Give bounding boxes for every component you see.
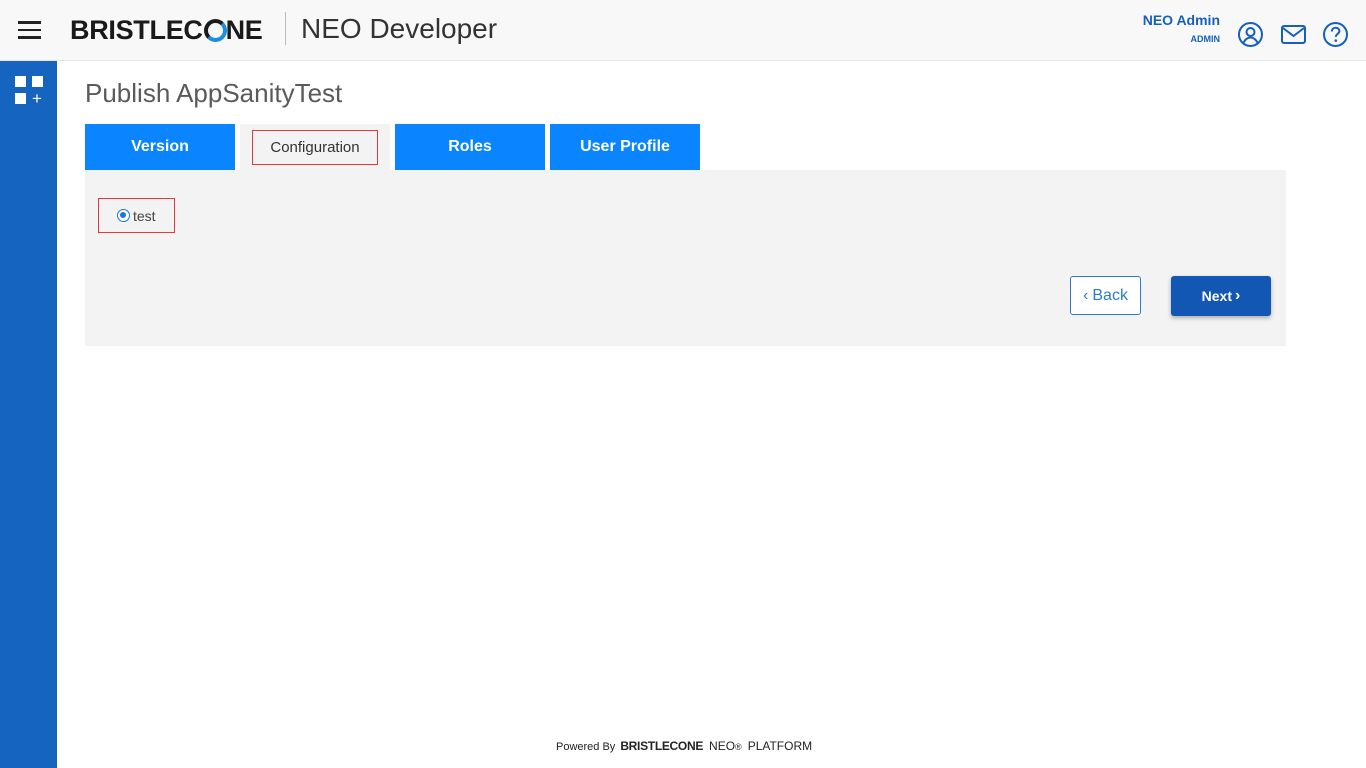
chevron-left-icon: ‹ xyxy=(1083,286,1089,304)
user-profile-icon[interactable] xyxy=(1237,21,1264,48)
footer-neo: NEO xyxy=(709,739,736,753)
radio-label: test xyxy=(133,207,156,224)
registered-mark: ® xyxy=(735,742,742,752)
powered-by-text: Powered By xyxy=(556,741,616,753)
back-button[interactable]: ‹ Back xyxy=(1070,276,1141,315)
user-role: ADMIN xyxy=(1190,34,1221,44)
hamburger-menu-icon[interactable] xyxy=(18,21,42,39)
user-info: NEO Admin ADMIN xyxy=(1143,12,1220,44)
next-button-label: Next xyxy=(1201,288,1233,304)
tab-configuration-label: Configuration xyxy=(252,129,378,165)
configuration-option[interactable]: test xyxy=(98,198,175,233)
app-title: NEO Developer xyxy=(301,13,498,44)
configuration-panel: test ‹ Back Next › xyxy=(85,170,1286,346)
help-icon[interactable] xyxy=(1322,21,1349,48)
tab-version[interactable]: Version xyxy=(85,124,235,170)
page-title: Publish AppSanityTest xyxy=(85,78,343,108)
next-button[interactable]: Next › xyxy=(1171,276,1271,316)
footer-brand: BRISTLECONE xyxy=(620,739,704,753)
footer: Powered By BRISTLECONE NEO ® PLATFORM xyxy=(556,739,812,753)
bristlecone-logo: BRISTLEC NE xyxy=(70,15,263,46)
tab-configuration[interactable]: Configuration xyxy=(240,124,390,170)
footer-platform: PLATFORM xyxy=(747,739,813,753)
back-button-label: Back xyxy=(1092,286,1128,304)
tab-roles[interactable]: Roles xyxy=(395,124,545,170)
header-divider xyxy=(285,12,286,45)
user-name: NEO Admin xyxy=(1142,12,1220,28)
tab-user-profile[interactable]: User Profile xyxy=(550,124,700,170)
chevron-right-icon: › xyxy=(1235,287,1241,304)
mail-icon[interactable] xyxy=(1280,21,1307,48)
brand-text: BRISTLEC NE xyxy=(70,15,263,45)
top-header: BRISTLEC NE NEO Developer NEO Admin ADMIN xyxy=(0,0,1366,61)
apps-add-icon[interactable]: + xyxy=(15,76,45,107)
sidebar: + xyxy=(0,61,57,768)
radio-button[interactable] xyxy=(117,209,130,222)
